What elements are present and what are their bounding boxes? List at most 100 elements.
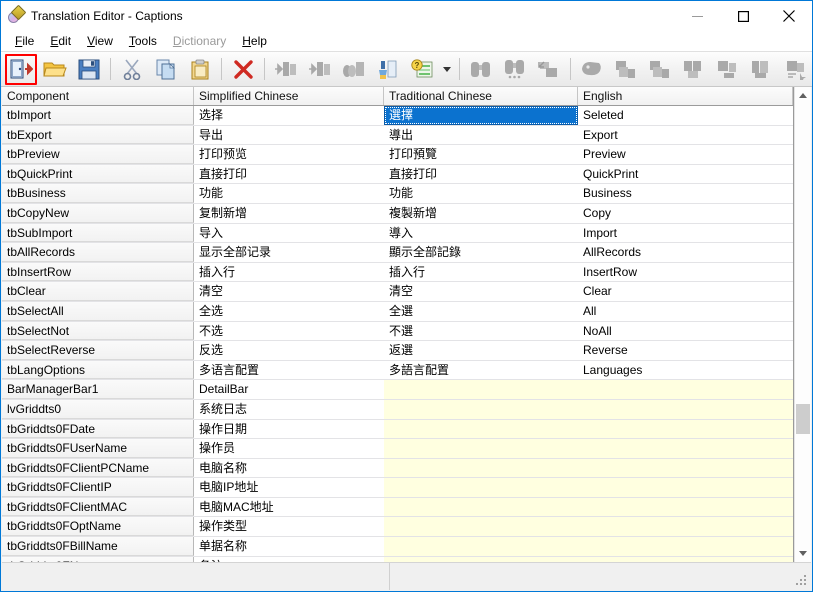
menu-help[interactable]: Help [234,32,275,51]
cell-english[interactable]: QuickPrint [578,164,793,184]
cell-traditional[interactable] [384,399,578,419]
cell-traditional[interactable] [384,517,578,537]
cell-simplified[interactable]: 操作类型 [194,517,384,537]
cell-component[interactable]: tbGriddts0FBillName [2,537,194,556]
cell-traditional[interactable]: 全選 [384,301,578,321]
cut-scissors-icon[interactable] [115,54,149,85]
scroll-down-icon[interactable] [795,545,811,562]
cell-component[interactable]: tbGriddts0FClientPCName [2,458,194,478]
cell-english[interactable]: Import [578,223,793,243]
cell-component[interactable]: tbGriddts0FUserName [2,439,194,458]
table-row[interactable]: tbInsertRow 插入行 插入行 InsertRow [2,262,793,283]
cell-traditional[interactable]: 選擇 [384,106,578,125]
cell-component[interactable]: tbExport [2,125,194,145]
table-row[interactable]: tbLangOptions 多语言配置 多語言配置 Languages [2,360,793,381]
column-header-component[interactable]: Component [2,87,194,105]
cell-simplified[interactable]: 复制新增 [194,203,384,223]
table-row[interactable]: tbExport 导出 導出 Export [2,125,793,146]
cell-traditional[interactable]: 返選 [384,341,578,360]
cell-simplified[interactable]: 导出 [194,125,384,145]
cell-simplified[interactable]: 单据名称 [194,537,384,556]
cell-component[interactable]: tbGriddts0FOptName [2,517,194,537]
cell-english[interactable]: Languages [578,360,793,380]
scrollbar-track[interactable] [795,104,811,545]
exit-door-icon[interactable] [4,53,38,85]
table-row[interactable]: tbQuickPrint 直接打印 直接打印 QuickPrint [2,164,793,185]
menu-view[interactable]: View [79,32,121,51]
table-row[interactable]: lvGriddts0 系统日志 [2,399,793,420]
cell-simplified[interactable]: 显示全部记录 [194,243,384,262]
cell-english[interactable]: Copy [578,203,793,223]
table-row[interactable]: tbGriddts0FBillName 单据名称 [2,537,793,557]
cell-traditional[interactable]: 多語言配置 [384,360,578,380]
cell-english[interactable] [578,497,793,517]
column-header-simplified[interactable]: Simplified Chinese [194,87,384,105]
cell-component[interactable]: tbImport [2,106,194,125]
cell-english[interactable]: Clear [578,282,793,301]
cell-component[interactable]: tbSelectAll [2,301,194,321]
table-row[interactable]: tbCopyNew 复制新增 複製新增 Copy [2,203,793,224]
cell-traditional[interactable] [384,380,578,399]
table-row[interactable]: tbSelectNot 不选 不選 NoAll [2,321,793,342]
column-header-english[interactable]: English [578,87,793,105]
cell-simplified[interactable]: 反选 [194,341,384,360]
table-row[interactable]: tbSelectReverse 反选 返選 Reverse [2,341,793,361]
cell-component[interactable]: tbSelectNot [2,321,194,341]
cell-simplified[interactable]: 系统日志 [194,399,384,419]
table-row[interactable]: tbGriddts0FDate 操作日期 [2,419,793,440]
cell-traditional[interactable]: 插入行 [384,262,578,282]
cell-english[interactable]: Business [578,184,793,203]
table-row[interactable]: tbGriddts0FUserName 操作员 [2,439,793,459]
cell-english[interactable] [578,419,793,439]
cell-component[interactable]: tbAllRecords [2,243,194,262]
table-row[interactable]: tbClear 清空 清空 Clear [2,282,793,302]
cell-component[interactable]: BarManagerBar1 [2,380,194,399]
save-floppy-icon[interactable] [72,54,106,85]
open-folder-icon[interactable] [38,54,72,85]
cell-simplified[interactable]: 电脑MAC地址 [194,497,384,517]
cell-traditional[interactable]: 直接打印 [384,164,578,184]
cell-english[interactable]: All [578,301,793,321]
cell-simplified[interactable]: 电脑IP地址 [194,478,384,497]
cell-simplified[interactable]: 导入 [194,223,384,243]
cell-simplified[interactable]: 打印预览 [194,145,384,164]
cell-simplified[interactable]: 多语言配置 [194,360,384,380]
cell-component[interactable]: tbClear [2,282,194,301]
cell-component[interactable]: tbGriddts0FDate [2,419,194,439]
cell-simplified[interactable]: 不选 [194,321,384,341]
cell-english[interactable]: Seleted [578,106,793,125]
cell-simplified[interactable]: 操作员 [194,439,384,458]
table-row[interactable]: BarManagerBar1 DetailBar [2,380,793,400]
minimize-button[interactable] [674,1,720,31]
table-row[interactable]: tbSelectAll 全选 全選 All [2,301,793,322]
cell-simplified[interactable]: 操作日期 [194,419,384,439]
menu-tools[interactable]: Tools [121,32,165,51]
dropdown-arrow-icon[interactable] [439,54,455,85]
cell-english[interactable] [578,478,793,497]
cell-traditional[interactable] [384,458,578,478]
table-row[interactable]: tbBusiness 功能 功能 Business [2,184,793,204]
cell-traditional[interactable] [384,439,578,458]
table-row[interactable]: tbGriddts0FClientPCName 电脑名称 [2,458,793,479]
cell-traditional[interactable]: 打印預覽 [384,145,578,164]
copy-pages-icon[interactable] [149,54,183,85]
cell-component[interactable]: tbBusiness [2,184,194,203]
cell-simplified[interactable]: 选择 [194,106,384,125]
vertical-scrollbar[interactable] [794,87,811,562]
cell-english[interactable] [578,537,793,556]
cell-component[interactable]: tbPreview [2,145,194,164]
paste-clipboard-icon[interactable] [183,54,217,85]
menu-file[interactable]: File [7,32,42,51]
cell-traditional[interactable]: 導入 [384,223,578,243]
cell-traditional[interactable]: 功能 [384,184,578,203]
cell-english[interactable]: Preview [578,145,793,164]
cell-traditional[interactable] [384,478,578,497]
help-list-icon[interactable]: ? [405,54,439,85]
cell-traditional[interactable] [384,537,578,556]
cell-traditional[interactable] [384,497,578,517]
cell-english[interactable]: AllRecords [578,243,793,262]
cell-simplified[interactable]: 清空 [194,282,384,301]
cell-traditional[interactable]: 複製新增 [384,203,578,223]
cell-english[interactable]: Export [578,125,793,145]
cell-traditional[interactable] [384,419,578,439]
